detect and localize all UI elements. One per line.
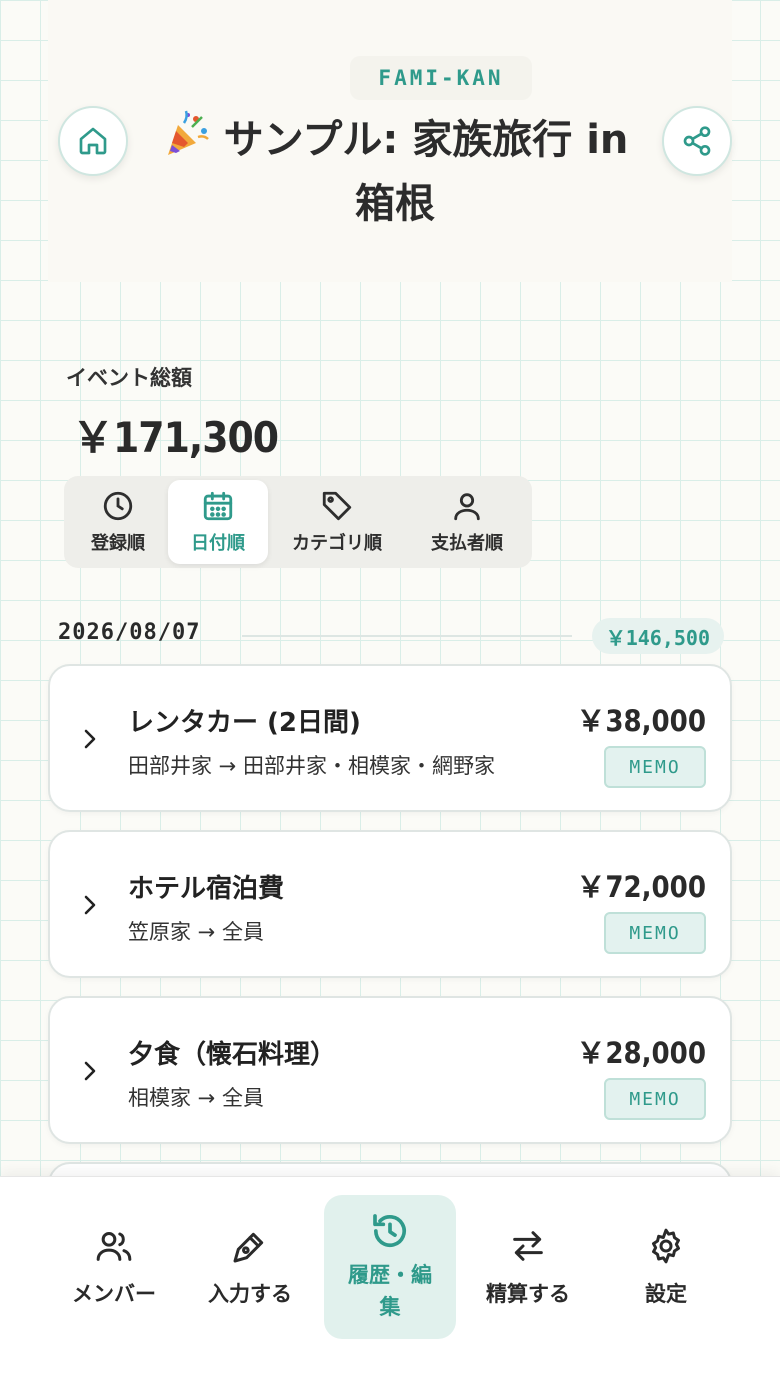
tab-label: 登録順 (91, 533, 145, 554)
users-icon (96, 1232, 132, 1261)
expense-card[interactable]: 夕食（懐石料理） 相模家 → 全員 ￥28,000 MEMO (48, 996, 732, 1144)
bottom-nav: メンバー 入力する 履歴・編集 精算する 設定 (0, 1176, 780, 1386)
nav-settle[interactable]: 精算する (462, 1195, 594, 1339)
party-popper-icon (167, 110, 209, 155)
nav-input[interactable]: 入力する (184, 1195, 316, 1339)
home-icon (79, 127, 107, 155)
sort-tabs: 登録順 日付順 カテゴリ順 支払者順 (64, 476, 532, 568)
share-button[interactable] (662, 106, 732, 176)
expense-flow: 田部井家 → 田部井家・相模家・網野家 (128, 754, 495, 778)
pen-icon (233, 1232, 264, 1263)
expense-flow: 相模家 → 全員 (128, 1086, 264, 1110)
memo-badge[interactable]: MEMO (604, 1078, 706, 1120)
expense-flow: 笠原家 → 全員 (128, 920, 264, 944)
expense-amount: ￥28,000 (576, 1036, 706, 1070)
tab-sort-payer[interactable]: 支払者順 (406, 480, 528, 564)
date-group-header: 2026/08/07 ￥146,500 (58, 618, 724, 654)
nav-label: 入力する (208, 1282, 292, 1306)
tab-label: 支払者順 (431, 533, 503, 554)
nav-label: 精算する (486, 1282, 570, 1306)
gear-icon (652, 1228, 680, 1264)
expense-name: ホテル宿泊費 (128, 874, 285, 904)
nav-label: 履歴・編集 (348, 1263, 432, 1319)
nav-members[interactable]: メンバー (48, 1195, 180, 1339)
group-date: 2026/08/07 (58, 620, 201, 645)
group-subtotal: ￥146,500 (591, 618, 724, 654)
person-icon (454, 493, 480, 521)
chevron-right-icon (84, 1061, 96, 1081)
expense-card[interactable]: ホテル宿泊費 笠原家 → 全員 ￥72,000 MEMO (48, 830, 732, 978)
expense-name: 夕食（懐石料理） (128, 1040, 337, 1070)
nav-label: メンバー (72, 1282, 156, 1306)
tab-sort-category[interactable]: カテゴリ順 (268, 480, 406, 564)
history-icon (373, 1214, 406, 1248)
event-title: サンプル: 家族旅行 in 箱根 (150, 108, 640, 236)
total-amount: ￥171,300 (72, 413, 279, 462)
total-label: イベント総額 (66, 366, 192, 390)
expense-amount: ￥72,000 (576, 870, 706, 904)
tag-icon (322, 491, 352, 521)
memo-badge[interactable]: MEMO (604, 746, 706, 788)
tab-label: 日付順 (191, 533, 245, 554)
clock-icon (103, 491, 133, 521)
nav-label: 設定 (645, 1282, 687, 1306)
nav-history-edit[interactable]: 履歴・編集 (324, 1195, 456, 1339)
chevron-right-icon (84, 895, 96, 915)
home-button[interactable] (58, 106, 128, 176)
swap-arrows-icon (513, 1231, 543, 1261)
memo-badge[interactable]: MEMO (604, 912, 706, 954)
tab-sort-registered[interactable]: 登録順 (68, 480, 168, 564)
divider (242, 635, 572, 637)
app-brand: FAMI-KAN (350, 56, 532, 100)
calendar-icon (203, 491, 233, 521)
tab-sort-date[interactable]: 日付順 (168, 480, 268, 564)
share-icon (683, 126, 711, 156)
event-title-text: サンプル: 家族旅行 in 箱根 (223, 117, 629, 227)
expense-amount: ￥38,000 (576, 704, 706, 738)
expense-card[interactable]: レンタカー (2日間) 田部井家 → 田部井家・相模家・網野家 ￥38,000 … (48, 664, 732, 812)
tab-label: カテゴリ順 (292, 533, 382, 554)
expense-name: レンタカー (2日間) (128, 708, 361, 738)
nav-settings[interactable]: 設定 (600, 1195, 732, 1339)
chevron-right-icon (84, 729, 96, 749)
